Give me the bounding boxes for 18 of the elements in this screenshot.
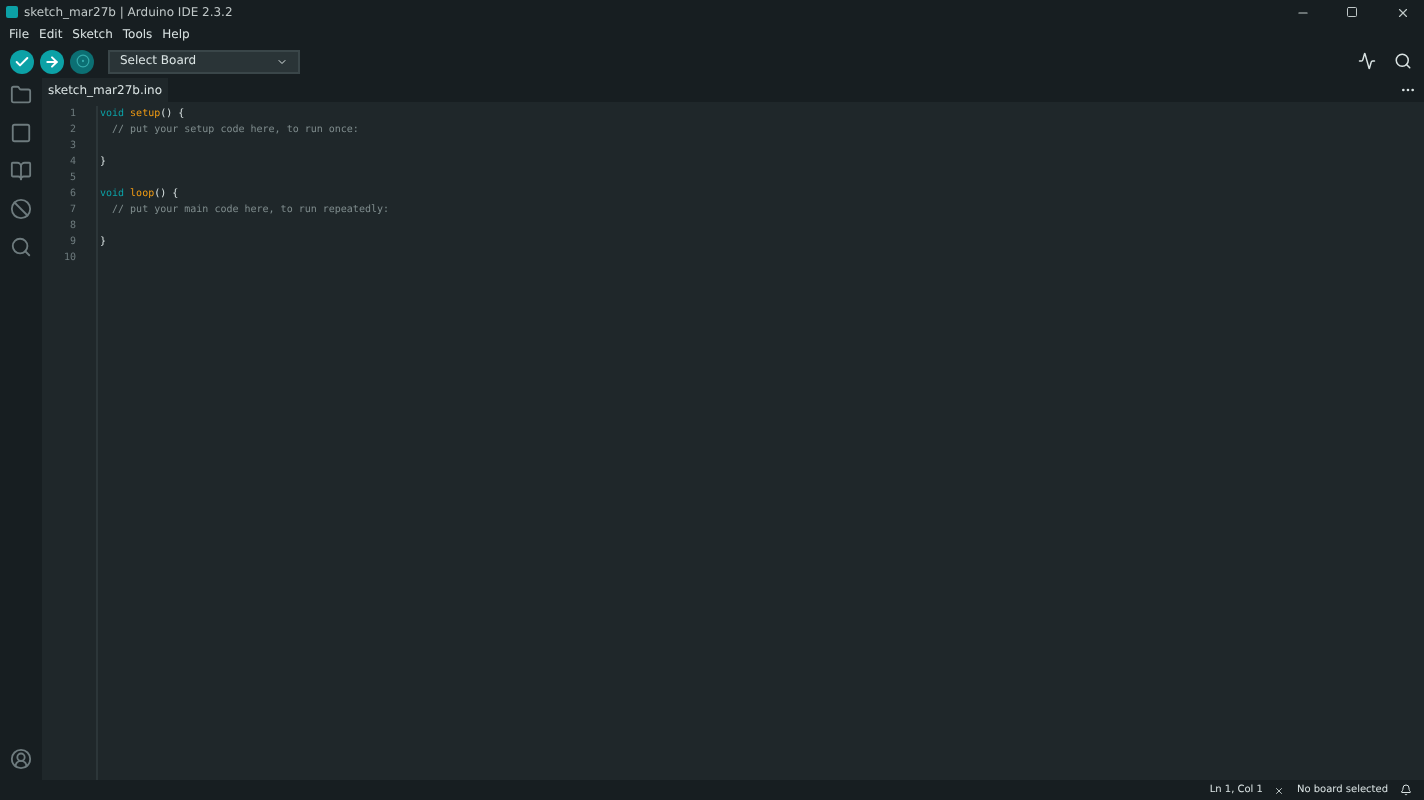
chevron-down-icon bbox=[276, 55, 288, 67]
library-icon[interactable] bbox=[10, 160, 32, 182]
notification-icon[interactable] bbox=[1400, 784, 1412, 796]
debug-button[interactable] bbox=[70, 49, 94, 73]
maximize-icon bbox=[1346, 6, 1358, 18]
verify-button[interactable] bbox=[10, 49, 34, 73]
search-icon[interactable] bbox=[10, 236, 32, 258]
serial-monitor-button[interactable] bbox=[1394, 52, 1412, 70]
check-icon bbox=[14, 53, 30, 69]
folder-icon[interactable] bbox=[10, 84, 32, 106]
debug-icon bbox=[75, 54, 89, 68]
app-logo-icon bbox=[6, 6, 18, 18]
debug-icon[interactable] bbox=[10, 198, 32, 220]
close-icon bbox=[1395, 5, 1409, 19]
arrow-right-icon bbox=[44, 53, 60, 69]
upload-button[interactable] bbox=[40, 49, 64, 73]
profile-icon[interactable] bbox=[10, 748, 32, 770]
serial-plotter-button[interactable] bbox=[1358, 52, 1376, 70]
